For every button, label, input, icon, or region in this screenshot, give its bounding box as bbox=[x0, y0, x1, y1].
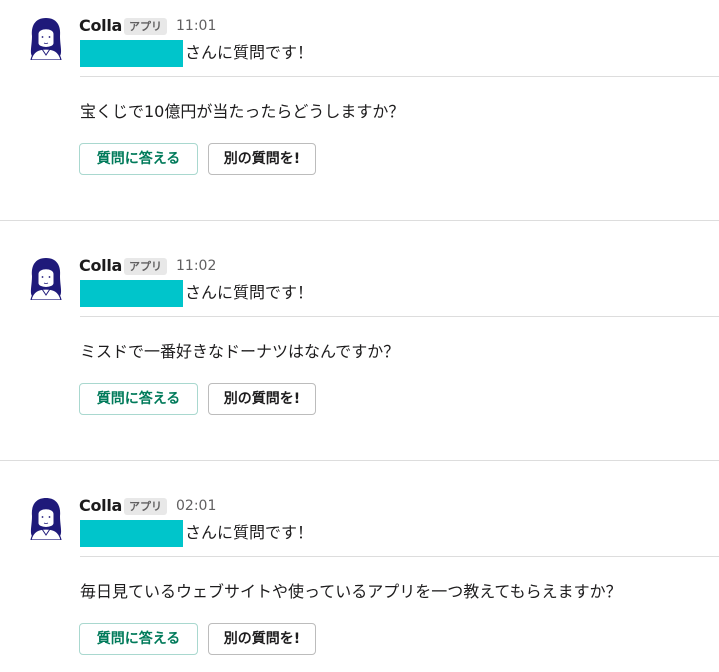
message-divider bbox=[0, 220, 719, 221]
sender-name[interactable]: Colla bbox=[79, 16, 122, 36]
avatar[interactable] bbox=[27, 256, 65, 301]
app-badge: アプリ bbox=[124, 258, 167, 275]
section-divider bbox=[80, 316, 719, 317]
user-mention[interactable] bbox=[80, 280, 183, 307]
another-question-button[interactable]: 別の質問を! bbox=[208, 383, 316, 415]
sender-name[interactable]: Colla bbox=[79, 496, 122, 516]
question-text: ミスドで一番好きなドーナツはなんですか？ bbox=[80, 342, 400, 361]
avatar[interactable] bbox=[27, 16, 65, 61]
mention-suffix: さんに質問です！ bbox=[185, 283, 314, 302]
message: Colla アプリ 02:01 さんに質問です！ 毎日見ているウェブサイトや使っ… bbox=[0, 480, 719, 672]
answer-question-button[interactable]: 質問に答える bbox=[79, 383, 198, 415]
message: Colla アプリ 11:02 さんに質問です！ ミスドで一番好きなドーナツはな… bbox=[0, 240, 719, 460]
user-mention[interactable] bbox=[80, 40, 183, 67]
another-question-button[interactable]: 別の質問を! bbox=[208, 623, 316, 655]
woman-avatar-icon bbox=[30, 258, 62, 301]
user-mention[interactable] bbox=[80, 520, 183, 547]
timestamp[interactable]: 11:02 bbox=[176, 256, 216, 276]
answer-question-button[interactable]: 質問に答える bbox=[79, 143, 198, 175]
question-text: 毎日見ているウェブサイトや使っているアプリを一つ教えてもらえますか？ bbox=[80, 582, 622, 601]
section-divider bbox=[80, 76, 719, 77]
message-divider bbox=[0, 460, 719, 461]
answer-question-button[interactable]: 質問に答える bbox=[79, 623, 198, 655]
app-badge: アプリ bbox=[124, 18, 167, 35]
avatar[interactable] bbox=[27, 496, 65, 541]
timestamp[interactable]: 02:01 bbox=[176, 496, 216, 516]
woman-avatar-icon bbox=[30, 18, 62, 61]
mention-suffix: さんに質問です！ bbox=[185, 43, 314, 62]
app-badge: アプリ bbox=[124, 498, 167, 515]
sender-name[interactable]: Colla bbox=[79, 256, 122, 276]
mention-suffix: さんに質問です！ bbox=[185, 523, 314, 542]
another-question-button[interactable]: 別の質問を! bbox=[208, 143, 316, 175]
timestamp[interactable]: 11:01 bbox=[176, 16, 216, 36]
question-text: 宝くじで10億円が当たったらどうしますか？ bbox=[80, 102, 405, 121]
section-divider bbox=[80, 556, 719, 557]
message: Colla アプリ 11:01 さんに質問です！ 宝くじで10億円が当たったらど… bbox=[0, 0, 719, 220]
woman-avatar-icon bbox=[30, 498, 62, 541]
